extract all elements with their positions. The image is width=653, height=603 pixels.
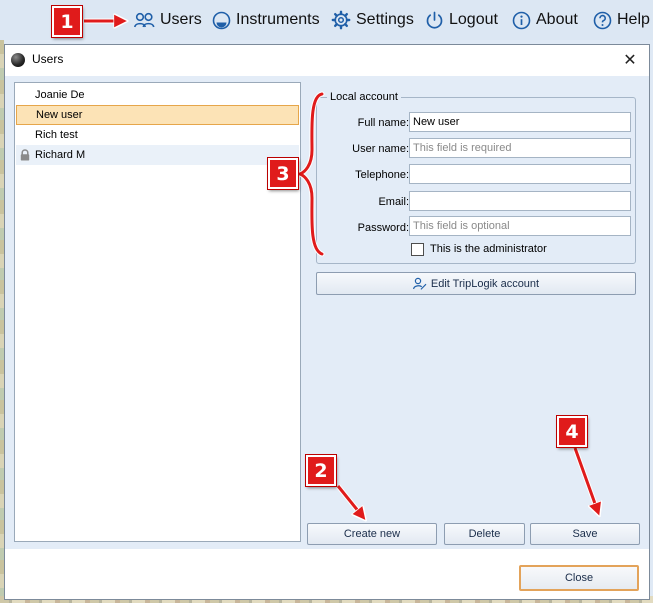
user-name: Richard M [35,149,86,161]
administrator-checkbox-label[interactable]: This is the administrator [430,243,547,255]
close-button[interactable]: Close [519,565,639,591]
menu-logout[interactable]: Logout [425,8,498,32]
user-list-item[interactable]: Rich test [16,125,299,145]
password-label: Password: [357,222,409,234]
callout-4: 4 [557,416,587,447]
menu-about[interactable]: About [512,8,578,32]
email-input[interactable] [409,191,631,211]
gear-icon [331,10,351,30]
callout-3: 3 [268,158,298,189]
menu-settings[interactable]: Settings [331,8,414,32]
info-icon [512,11,531,29]
user-name: Joanie De [35,89,85,101]
user-name-label: User name: [352,143,409,155]
full-name-input[interactable] [409,112,631,132]
telephone-input[interactable] [409,164,631,184]
telephone-label: Telephone: [355,169,409,181]
close-icon[interactable]: ✕ [619,48,641,70]
save-button[interactable]: Save [530,523,640,545]
app-logo-icon [11,53,25,67]
local-account-legend: Local account [327,91,401,103]
callout-2: 2 [306,455,336,486]
menu-instruments-label: Instruments [236,11,320,28]
help-icon [593,11,612,29]
user-list-item[interactable]: Richard M [16,145,299,165]
dialog-footer: Close [5,549,649,599]
menu-users-label: Users [160,11,202,28]
administrator-checkbox[interactable] [411,243,424,256]
dialog-title: Users [32,52,64,66]
email-label: Email: [378,196,409,208]
user-list-item-selected[interactable]: New user [16,105,299,125]
users-dialog: Users ✕ Joanie De New user Rich test Ric… [4,44,650,600]
lock-icon [20,149,30,161]
menu-logout-label: Logout [449,11,498,28]
edit-user-icon [412,277,427,290]
user-name: New user [36,109,83,121]
top-menu-bar: Users Instruments Settings Logout About … [0,0,653,40]
user-name: Rich test [35,129,78,141]
menu-help[interactable]: Help [593,8,650,32]
users-icon [134,12,155,28]
dialog-titlebar: Users ✕ [5,45,649,75]
menu-help-label: Help [617,11,650,28]
power-icon [426,11,443,29]
user-list[interactable]: Joanie De New user Rich test Richard M [14,82,301,542]
menu-about-label: About [536,11,578,28]
edit-triplogik-account-label: Edit TripLogik account [430,277,540,290]
full-name-label: Full name: [357,117,409,129]
create-new-button[interactable]: Create new [307,523,437,545]
callout-1: 1 [52,6,82,37]
menu-users[interactable]: Users [134,8,202,32]
menu-instruments[interactable]: Instruments [212,8,320,32]
user-list-item[interactable]: Joanie De [16,85,299,105]
delete-button[interactable]: Delete [444,523,525,545]
menu-settings-label: Settings [356,11,414,28]
user-name-input[interactable] [409,138,631,158]
password-input[interactable] [409,216,631,236]
local-account-group: Local account Full name: User name: Tele… [316,91,636,264]
instruments-icon [212,11,231,29]
edit-triplogik-account-button[interactable]: Edit TripLogik account [316,272,636,295]
